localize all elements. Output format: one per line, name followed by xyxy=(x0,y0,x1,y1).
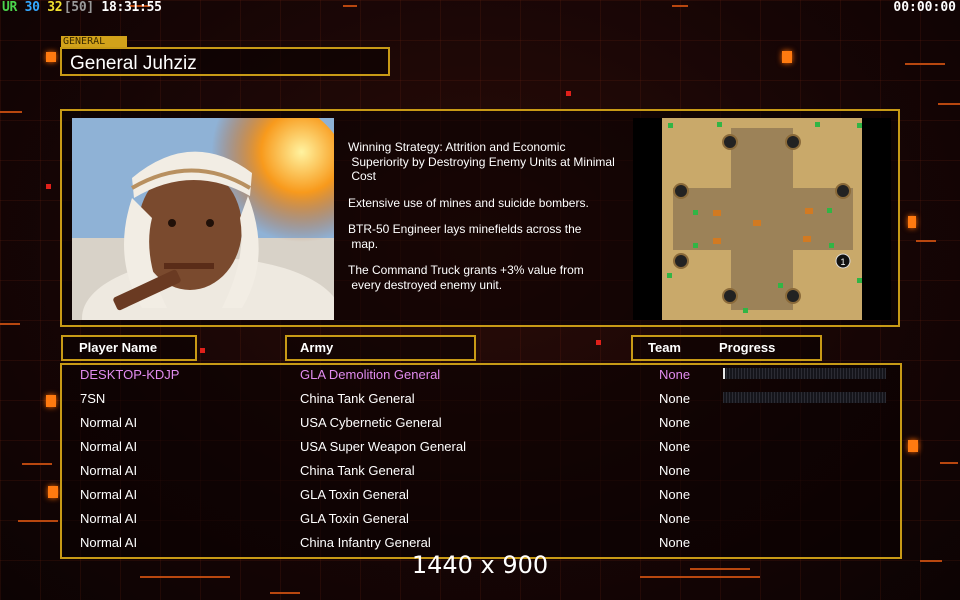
stat-32: 32 xyxy=(47,0,63,15)
hud-line xyxy=(343,5,357,7)
hud-light xyxy=(908,440,918,452)
player-name: Normal AI xyxy=(80,415,138,430)
description-engineer: BTR-50 Engineer lays minefields across t… xyxy=(348,222,582,251)
header-team: Team xyxy=(648,340,681,355)
table-row: DESKTOP-KDJP GLA Demolition General None xyxy=(62,363,900,387)
player-army: USA Super Weapon General xyxy=(300,439,466,454)
player-name: Normal AI xyxy=(80,511,138,526)
hud-line xyxy=(940,462,958,464)
stat-bracket: [50] xyxy=(63,0,94,15)
hud-dot xyxy=(200,348,205,353)
map-preview: 1 xyxy=(633,118,891,320)
status-stats: UR 30 32 [50] 18:31:55 xyxy=(2,0,162,15)
hud-line xyxy=(270,592,300,594)
hud-light xyxy=(46,52,56,62)
header-progress: Progress xyxy=(719,340,776,355)
hud-light xyxy=(908,216,916,228)
hud-line xyxy=(905,63,945,65)
table-row: Normal AI USA Super Weapon General None xyxy=(62,435,900,459)
progress-bar xyxy=(723,368,886,379)
map-start-marker: 1 xyxy=(840,257,845,267)
stat-ur: UR xyxy=(2,0,18,15)
description-strategy: Winning Strategy: Attrition and Economic… xyxy=(348,140,615,183)
hud-light xyxy=(46,395,56,407)
general-portrait-image xyxy=(72,118,334,320)
player-name: DESKTOP-KDJP xyxy=(80,367,180,382)
hud-line xyxy=(0,111,22,113)
player-team: None xyxy=(659,511,691,526)
description-command-truck: The Command Truck grants +3% value from … xyxy=(348,263,584,292)
player-name: Normal AI xyxy=(80,463,138,478)
player-team: None xyxy=(659,439,691,454)
player-team: None xyxy=(659,391,691,406)
player-team: None xyxy=(659,415,691,430)
player-army: GLA Demolition General xyxy=(300,367,441,382)
table-row: Normal AI GLA Toxin General None xyxy=(62,507,900,531)
player-army: China Tank General xyxy=(300,391,415,406)
stat-30: 30 xyxy=(24,0,40,15)
hud-dot xyxy=(566,91,571,96)
hud-light xyxy=(782,51,792,63)
game-timer: 00:00:00 xyxy=(893,0,956,15)
player-team: None xyxy=(659,487,691,502)
player-team: None xyxy=(659,367,691,382)
hud-light xyxy=(48,486,58,498)
general-name: General Juhziz xyxy=(60,47,390,76)
player-name: Normal AI xyxy=(80,487,138,502)
player-name: Normal AI xyxy=(80,439,138,454)
hud-dot xyxy=(46,184,51,189)
hud-line xyxy=(672,5,688,7)
hud-line xyxy=(22,463,52,465)
player-army: GLA Toxin General xyxy=(300,511,409,526)
player-army: USA Cybernetic General xyxy=(300,415,442,430)
table-row: 7SN China Tank General None xyxy=(62,387,900,411)
system-clock: 18:31:55 xyxy=(101,0,162,15)
hud-line xyxy=(0,323,20,325)
progress-bar xyxy=(723,392,886,403)
header-team-progress: Team Progress xyxy=(631,335,822,361)
description-mines: Extensive use of mines and suicide bombe… xyxy=(348,195,589,210)
player-army: GLA Toxin General xyxy=(300,487,409,502)
resolution-overlay: 1440 x 900 xyxy=(411,551,549,579)
header-player-name: Player Name xyxy=(61,335,197,361)
player-table: DESKTOP-KDJP GLA Demolition General None… xyxy=(60,363,902,559)
general-description: Winning Strategy: Attrition and Economic… xyxy=(348,140,628,304)
table-row: Normal AI GLA Toxin General None xyxy=(62,483,900,507)
hud-line xyxy=(916,240,936,242)
player-army: China Tank General xyxy=(300,463,415,478)
player-name: 7SN xyxy=(80,391,106,406)
table-row: Normal AI USA Cybernetic General None xyxy=(62,411,900,435)
progress-fill xyxy=(723,368,725,379)
player-team: None xyxy=(659,463,691,478)
table-row: Normal AI China Tank General None xyxy=(62,459,900,483)
hud-dot xyxy=(596,340,601,345)
header-army: Army xyxy=(285,335,476,361)
hud-line xyxy=(938,103,960,105)
hud-line xyxy=(18,520,58,522)
